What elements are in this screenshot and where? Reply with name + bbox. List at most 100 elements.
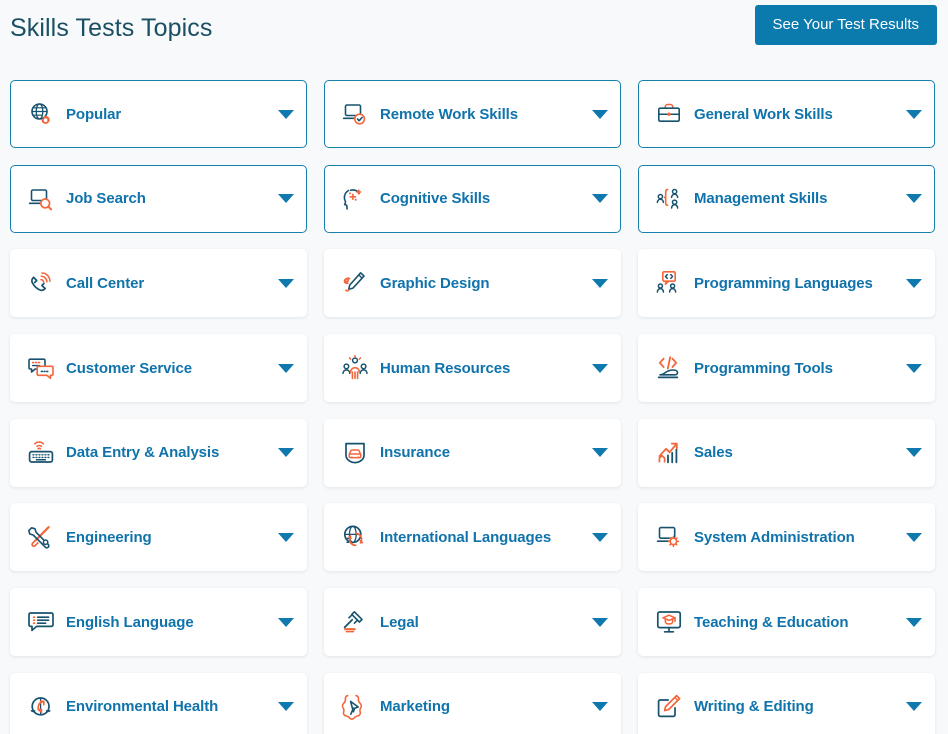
chevron-down-icon[interactable] — [592, 617, 608, 627]
topic-card-label: Teaching & Education — [694, 613, 849, 631]
topic-card-label: Programming Tools — [694, 359, 833, 377]
topic-card-label: Environmental Health — [66, 698, 219, 716]
topic-card-legal[interactable]: Legal — [324, 588, 621, 657]
chevron-down-icon[interactable] — [906, 278, 922, 288]
chevron-down-icon[interactable] — [906, 448, 922, 458]
chevron-down-icon[interactable] — [592, 278, 608, 288]
page-title: Skills Tests Topics — [10, 14, 213, 42]
chevron-down-icon[interactable] — [592, 702, 608, 712]
chevron-down-icon[interactable] — [278, 109, 294, 119]
page-header: Skills Tests Topics See Your Test Result… — [0, 0, 948, 66]
growth-chart-icon — [652, 436, 686, 470]
head-brain-icon — [338, 182, 372, 216]
chevron-down-icon[interactable] — [278, 702, 294, 712]
chevron-down-icon[interactable] — [278, 194, 294, 204]
people-group-icon — [338, 351, 372, 385]
wrench-screwdriver-icon — [24, 520, 58, 554]
briefcase-icon — [652, 97, 686, 131]
org-chart-people-icon — [652, 182, 686, 216]
topic-card-label: Job Search — [66, 190, 146, 208]
globe-translate-icon — [338, 520, 372, 554]
topic-card-label: Writing & Editing — [694, 698, 814, 716]
topic-card-label: Human Resources — [380, 359, 511, 377]
chevron-down-icon[interactable] — [906, 363, 922, 373]
note-pencil-icon — [652, 690, 686, 724]
topic-card-label: Engineering — [66, 528, 152, 546]
topic-card-label: Graphic Design — [380, 274, 490, 292]
chevron-down-icon[interactable] — [278, 278, 294, 288]
chevron-down-icon[interactable] — [592, 363, 608, 373]
car-shield-icon — [338, 436, 372, 470]
topic-card-remote-work-skills[interactable]: Remote Work Skills — [324, 80, 621, 148]
topic-card-international-languages[interactable]: International Languages — [324, 503, 621, 572]
topic-card-programming-languages[interactable]: Programming Languages — [638, 249, 935, 318]
topic-card-cognitive-skills[interactable]: Cognitive Skills — [324, 164, 621, 233]
topic-card-label: International Languages — [380, 528, 552, 546]
people-code-bubble-icon — [652, 266, 686, 300]
laptop-gear-icon — [652, 520, 686, 554]
chat-bubbles-icon — [24, 351, 58, 385]
topic-card-environmental-health[interactable]: Environmental Health — [10, 672, 307, 734]
topic-card-label: Data Entry & Analysis — [66, 444, 220, 462]
topic-card-teaching-education[interactable]: Teaching & Education — [638, 588, 935, 657]
phone-signal-icon — [24, 266, 58, 300]
chat-list-icon — [24, 605, 58, 639]
topic-card-human-resources[interactable]: Human Resources — [324, 334, 621, 403]
code-tool-icon — [652, 351, 686, 385]
topic-card-marketing[interactable]: Marketing — [324, 672, 621, 734]
chevron-down-icon[interactable] — [906, 702, 922, 712]
laptop-check-icon — [338, 97, 372, 131]
topic-card-label: Customer Service — [66, 359, 192, 377]
topic-card-sales[interactable]: Sales — [638, 418, 935, 487]
chevron-down-icon[interactable] — [906, 532, 922, 542]
topic-card-engineering[interactable]: Engineering — [10, 503, 307, 572]
topic-card-system-administration[interactable]: System Administration — [638, 503, 935, 572]
topic-card-label: Insurance — [380, 444, 450, 462]
topic-card-label: Marketing — [380, 698, 450, 716]
topic-card-management-skills[interactable]: Management Skills — [638, 164, 935, 233]
topic-card-popular[interactable]: Popular — [10, 80, 307, 148]
chevron-down-icon[interactable] — [592, 194, 608, 204]
chevron-down-icon[interactable] — [906, 109, 922, 119]
chevron-down-icon[interactable] — [592, 532, 608, 542]
topic-card-insurance[interactable]: Insurance — [324, 418, 621, 487]
chevron-down-icon[interactable] — [278, 363, 294, 373]
topic-card-english-language[interactable]: English Language — [10, 588, 307, 657]
topic-card-label: Legal — [380, 613, 419, 631]
topic-card-call-center[interactable]: Call Center — [10, 249, 307, 318]
globe-cursor-icon — [24, 97, 58, 131]
chevron-down-icon[interactable] — [278, 448, 294, 458]
gavel-icon — [338, 605, 372, 639]
chevron-down-icon[interactable] — [592, 448, 608, 458]
topic-card-label: Remote Work Skills — [380, 105, 518, 123]
topic-card-label: Sales — [694, 444, 733, 462]
skills-tests-topics-page: Skills Tests Topics See Your Test Result… — [0, 0, 948, 734]
topic-card-general-work-skills[interactable]: General Work Skills — [638, 80, 935, 148]
keyboard-wifi-icon — [24, 436, 58, 470]
topic-card-label: Popular — [66, 105, 122, 123]
leaf-recycle-icon — [24, 690, 58, 724]
topic-card-label: Management Skills — [694, 190, 828, 208]
see-your-test-results-button[interactable]: See Your Test Results — [754, 5, 937, 45]
topic-card-label: General Work Skills — [694, 105, 833, 123]
topic-card-job-search[interactable]: Job Search — [10, 164, 307, 233]
topic-card-label: Programming Languages — [694, 274, 873, 292]
topic-card-label: Cognitive Skills — [380, 190, 491, 208]
chevron-down-icon[interactable] — [592, 109, 608, 119]
topic-card-label: Call Center — [66, 274, 145, 292]
chevron-down-icon[interactable] — [906, 617, 922, 627]
topic-card-graphic-design[interactable]: Graphic Design — [324, 249, 621, 318]
laptop-search-icon — [24, 182, 58, 216]
topic-card-customer-service[interactable]: Customer Service — [10, 334, 307, 403]
chevron-down-icon[interactable] — [906, 194, 922, 204]
topic-card-data-entry-analysis[interactable]: Data Entry & Analysis — [10, 418, 307, 487]
chevron-down-icon[interactable] — [278, 532, 294, 542]
megaphone-icon — [338, 690, 372, 724]
topics-grid: Popular Remote Work Skills General Work … — [0, 80, 948, 734]
monitor-graduation-icon — [652, 605, 686, 639]
topic-card-programming-tools[interactable]: Programming Tools — [638, 334, 935, 403]
topic-card-writing-editing[interactable]: Writing & Editing — [638, 672, 935, 734]
topic-card-label: English Language — [66, 613, 194, 631]
topic-card-label: System Administration — [694, 528, 855, 546]
chevron-down-icon[interactable] — [278, 617, 294, 627]
